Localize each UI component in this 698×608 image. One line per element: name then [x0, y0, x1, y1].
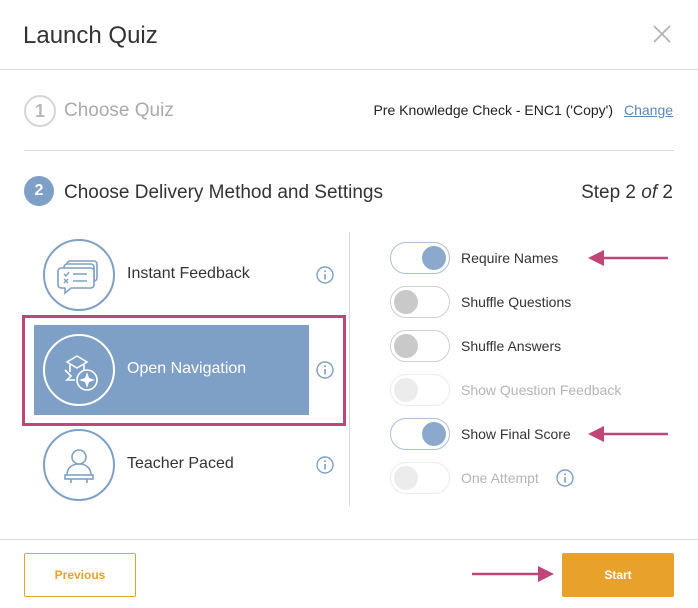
setting-label: Shuffle Answers [461, 338, 562, 354]
show-question-feedback-toggle [390, 374, 450, 406]
setting-show-question-feedback: Show Question Feedback [390, 374, 690, 406]
info-icon[interactable] [316, 456, 334, 474]
instant-feedback-icon [43, 239, 115, 311]
previous-button[interactable]: Previous [24, 553, 136, 597]
close-icon[interactable] [652, 24, 672, 44]
annotation-arrow-right-icon [472, 566, 554, 582]
shuffle-questions-toggle[interactable] [390, 286, 450, 318]
setting-shuffle-questions: Shuffle Questions [390, 286, 690, 318]
step1-label: Choose Quiz [64, 100, 174, 121]
teacher-paced-icon [43, 429, 115, 501]
annotation-arrow-left-icon [588, 426, 668, 442]
annotation-arrow-left-icon [588, 250, 668, 266]
step2-label: Choose Delivery Method and Settings [64, 182, 383, 203]
shuffle-answers-toggle[interactable] [390, 330, 450, 362]
selected-quiz-name: Pre Knowledge Check - ENC1 ('Copy') [373, 102, 613, 118]
setting-label: One Attempt [461, 470, 539, 486]
modal-title: Launch Quiz [23, 22, 158, 49]
setting-label: Require Names [461, 250, 559, 266]
setting-label: Shuffle Questions [461, 294, 572, 310]
column-divider [349, 232, 350, 506]
annotation-highlight-box [22, 315, 346, 426]
start-button[interactable]: Start [562, 553, 674, 597]
step2-number-badge: 2 [24, 176, 54, 206]
one-attempt-toggle [390, 462, 450, 494]
step-counter: Step 2 of 2 [581, 182, 673, 203]
section-divider [24, 150, 674, 151]
method-instant-feedback[interactable]: Instant Feedback [34, 230, 309, 320]
info-icon[interactable] [316, 266, 334, 284]
show-final-score-toggle[interactable] [390, 418, 450, 450]
method-teacher-paced[interactable]: Teacher Paced [34, 420, 309, 510]
info-icon[interactable] [556, 469, 574, 487]
modal-header: Launch Quiz [0, 0, 698, 70]
require-names-toggle[interactable] [390, 242, 450, 274]
setting-label: Show Question Feedback [461, 382, 622, 398]
setting-label: Show Final Score [461, 426, 571, 442]
footer-divider [0, 539, 698, 540]
change-quiz-link[interactable]: Change [624, 102, 673, 118]
step1-number-badge: 1 [24, 95, 56, 127]
setting-one-attempt: One Attempt [390, 462, 690, 494]
setting-shuffle-answers: Shuffle Answers [390, 330, 690, 362]
step-choose-quiz: 1 Choose Quiz Pre Knowledge Check - ENC1… [0, 70, 698, 150]
method-label: Instant Feedback [127, 265, 250, 282]
method-label: Teacher Paced [127, 455, 234, 472]
